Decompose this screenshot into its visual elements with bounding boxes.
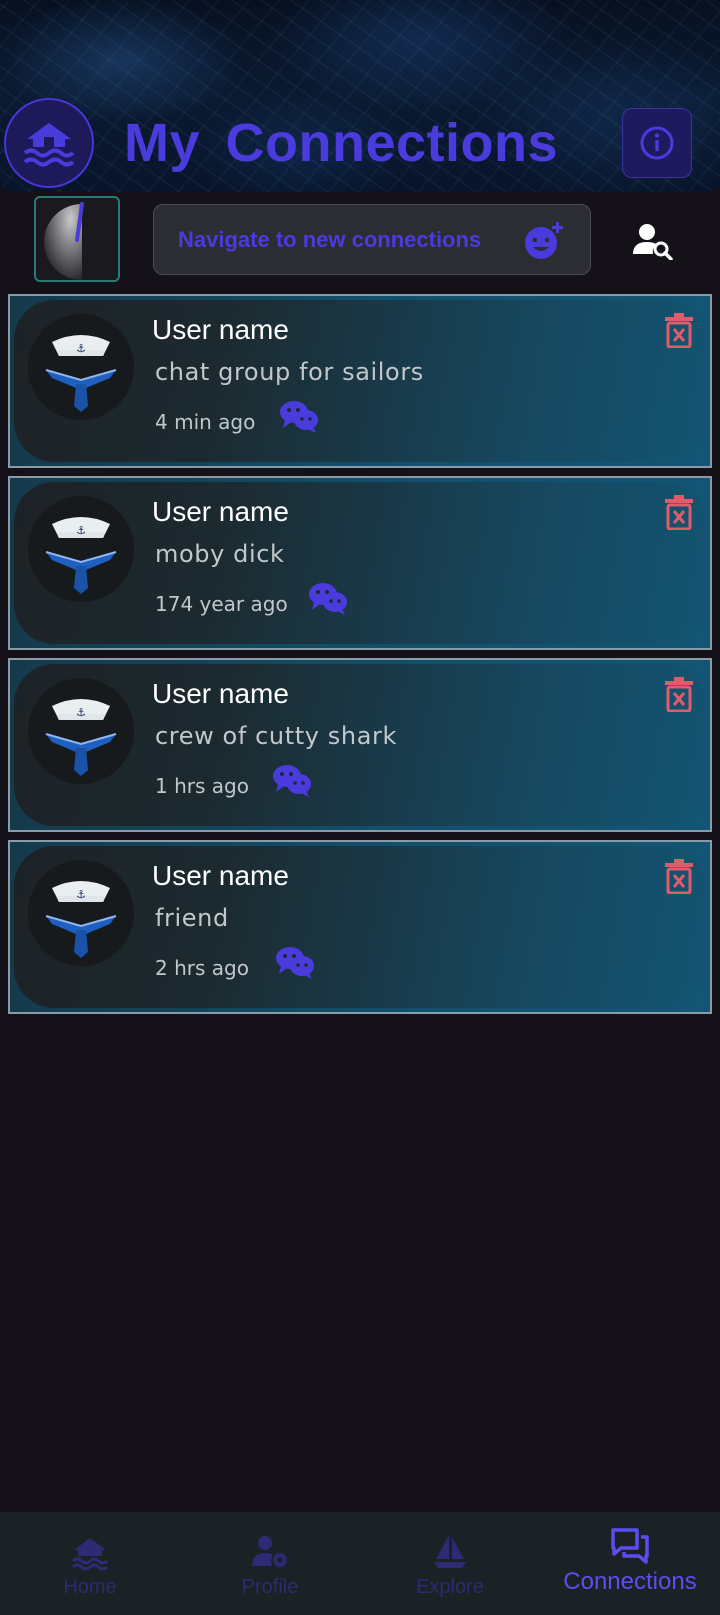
page-title: My Connections	[124, 113, 559, 173]
connection-card-body: ⚓ User name crew of cutty shark 1 hrs ag…	[14, 664, 706, 826]
delete-button[interactable]	[664, 858, 694, 895]
connection-card[interactable]: ⚓ User name chat group for sailors 4 min…	[8, 294, 712, 468]
chat-bubbles-icon[interactable]	[279, 398, 319, 438]
chat-bubbles-icon[interactable]	[308, 580, 348, 620]
user-search-icon	[633, 224, 673, 260]
sailor-avatar-icon: ⚓	[45, 881, 117, 958]
delete-button[interactable]	[664, 494, 694, 531]
chat-bubbles-icon[interactable]	[275, 944, 315, 984]
connection-card-body: ⚓ User name chat group for sailors 4 min…	[14, 300, 706, 462]
bottom-navigation: Home Profile Explore Connections	[0, 1512, 720, 1615]
trash-icon	[665, 495, 693, 531]
connections-list: ⚓ User name chat group for sailors 4 min…	[8, 294, 712, 1022]
nav-item-explore[interactable]: Explore	[360, 1512, 540, 1615]
nav-label-profile: Profile	[241, 1576, 299, 1598]
connection-card[interactable]: ⚓ User name moby dick 174 year ago	[8, 476, 712, 650]
sailor-avatar-icon: ⚓	[45, 517, 117, 594]
connection-user-name: User name	[152, 314, 289, 345]
home-button[interactable]	[4, 98, 94, 188]
connection-time: 4 min ago	[155, 410, 256, 434]
connection-message: moby dick	[155, 540, 285, 568]
connection-user-name: User name	[152, 860, 289, 891]
connection-message: crew of cutty shark	[155, 722, 397, 750]
svg-text:⚓: ⚓	[76, 888, 86, 901]
navigate-new-connections-button[interactable]: Navigate to new connections	[153, 204, 591, 275]
nav-item-home[interactable]: Home	[0, 1512, 180, 1615]
info-button[interactable]	[622, 108, 692, 178]
connection-user-name: User name	[152, 678, 289, 709]
navigate-new-connections-label: Navigate to new connections	[178, 226, 482, 252]
sailor-avatar-icon: ⚓	[45, 699, 117, 776]
connection-card-body: ⚓ User name moby dick 174 year ago	[14, 482, 706, 644]
svg-text:⚓: ⚓	[76, 342, 86, 355]
home-waves-icon	[23, 123, 75, 167]
nav-item-profile[interactable]: Profile	[180, 1512, 360, 1615]
delete-button[interactable]	[664, 676, 694, 713]
profile-settings-icon	[252, 1536, 287, 1567]
avatar: ⚓	[28, 496, 134, 602]
sailor-avatar-icon: ⚓	[45, 335, 117, 412]
nav-label-explore: Explore	[416, 1576, 484, 1598]
nav-label-connections: Connections	[563, 1568, 697, 1595]
chat-bubbles-icon[interactable]	[272, 762, 312, 802]
trash-icon	[665, 677, 693, 713]
add-emoji-icon	[525, 222, 563, 259]
nav-label-home: Home	[63, 1576, 117, 1598]
trash-icon	[665, 859, 693, 895]
connection-card[interactable]: ⚓ User name friend 2 hrs ago	[8, 840, 712, 1014]
radar-sweep-icon	[44, 202, 84, 280]
avatar: ⚓	[28, 860, 134, 966]
connection-time: 1 hrs ago	[155, 774, 249, 798]
nav-item-connections[interactable]: Connections	[540, 1512, 720, 1615]
connection-message: friend	[155, 904, 229, 932]
chat-bubbles-icon	[611, 1528, 649, 1564]
connection-card-body: ⚓ User name friend 2 hrs ago	[14, 846, 706, 1008]
svg-text:⚓: ⚓	[76, 524, 86, 537]
info-icon	[640, 126, 674, 160]
trash-icon	[665, 313, 693, 349]
connection-time: 174 year ago	[155, 592, 288, 616]
home-waves-icon	[71, 1538, 109, 1570]
connection-message: chat group for sailors	[155, 358, 424, 386]
connection-card[interactable]: ⚓ User name crew of cutty shark 1 hrs ag…	[8, 658, 712, 832]
connection-time: 2 hrs ago	[155, 956, 249, 980]
loading-thumbnail[interactable]	[34, 196, 120, 282]
connection-user-name: User name	[152, 496, 289, 527]
header-banner: My Connections	[0, 0, 720, 192]
delete-button[interactable]	[664, 312, 694, 349]
avatar: ⚓	[28, 314, 134, 420]
avatar: ⚓	[28, 678, 134, 784]
svg-text:⚓: ⚓	[76, 706, 86, 719]
sailboat-icon	[434, 1535, 466, 1568]
search-user-button[interactable]	[628, 218, 678, 264]
